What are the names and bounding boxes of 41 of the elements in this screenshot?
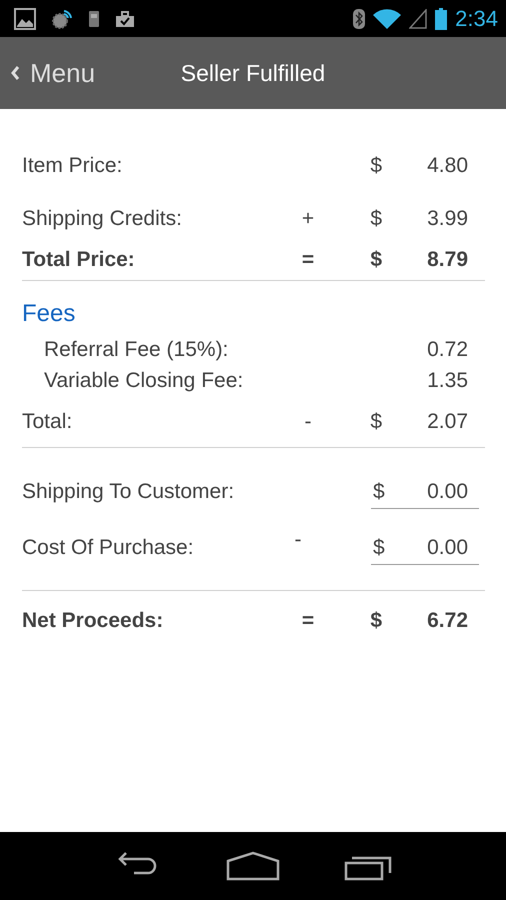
image-icon bbox=[14, 8, 36, 30]
clock: 2:34 bbox=[455, 6, 498, 32]
fee-label: Referral Fee (15%): bbox=[44, 338, 230, 362]
signal-icon bbox=[409, 8, 428, 28]
amount: 3.99 bbox=[426, 206, 468, 230]
amount-field[interactable]: $ 0.00 bbox=[371, 531, 479, 565]
operator-sign: = bbox=[300, 608, 316, 632]
screen-title: Seller Fulfilled bbox=[180, 60, 326, 86]
row-label: Shipping Credits: bbox=[22, 206, 183, 230]
row-label: Cost Of Purchase: bbox=[22, 536, 195, 560]
fee-label: Variable Closing Fee: bbox=[44, 368, 244, 392]
amount: 4.80 bbox=[426, 154, 468, 178]
row-label: Total: bbox=[22, 410, 74, 434]
total-label: Net Proceeds: bbox=[22, 608, 164, 632]
operator-sign: = bbox=[300, 248, 316, 272]
operator-sign: + bbox=[300, 206, 316, 230]
phone-icon bbox=[88, 8, 100, 28]
fee-amount: 1.35 bbox=[427, 368, 468, 392]
gear-icon bbox=[50, 8, 74, 30]
operator-sign: - bbox=[304, 410, 312, 434]
chevron-left-icon bbox=[10, 65, 20, 81]
home-icon[interactable] bbox=[226, 851, 280, 881]
fee-amount: 0.72 bbox=[427, 338, 468, 362]
currency-sign: $ bbox=[370, 206, 383, 230]
back-button[interactable]: Menu bbox=[0, 58, 181, 88]
total-label: Total Price: bbox=[22, 248, 136, 272]
amount: 2.07 bbox=[426, 410, 468, 434]
operator-sign: - bbox=[294, 527, 302, 552]
total-amount: 6.72 bbox=[426, 608, 468, 632]
battery-icon bbox=[435, 8, 448, 30]
currency-sign: $ bbox=[370, 608, 383, 632]
bluetooth-icon bbox=[353, 8, 366, 30]
row-label: Item Price: bbox=[22, 154, 124, 178]
wifi-icon bbox=[373, 8, 402, 28]
currency-sign: $ bbox=[370, 154, 383, 178]
currency-sign: $ bbox=[370, 248, 383, 272]
amount-field[interactable]: $ 0.00 bbox=[371, 475, 479, 509]
currency-sign: $ bbox=[370, 410, 383, 434]
row-label: Shipping To Customer: bbox=[22, 480, 236, 504]
total-amount: 8.79 bbox=[426, 248, 468, 272]
section-heading: Fees bbox=[22, 300, 76, 328]
